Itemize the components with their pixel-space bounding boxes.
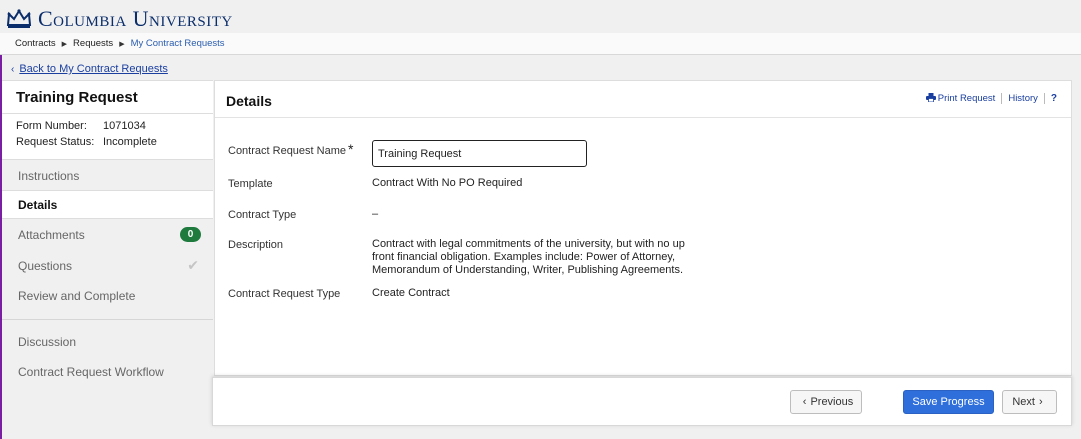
back-link[interactable]: ‹ Back to My Contract Requests: [11, 63, 168, 75]
panel-actions: Print Request History ?: [925, 93, 1057, 104]
sidebar-item-details[interactable]: Details: [2, 190, 213, 219]
breadcrumb-requests[interactable]: Requests: [73, 38, 113, 49]
contract-type-label: Contract Type: [228, 209, 297, 221]
breadcrumb-bar: Contracts ▶ Requests ▶ My Contract Reque…: [0, 33, 1081, 55]
panel-header: Details Print Request History ?: [215, 81, 1071, 118]
contract-request-name-label-text: Contract Request Name: [228, 145, 346, 157]
breadcrumb-my-contract-requests[interactable]: My Contract Requests: [131, 38, 225, 49]
previous-button-label: Previous: [810, 396, 854, 408]
sidebar-item-instructions[interactable]: Instructions: [2, 161, 213, 190]
crown-icon: [6, 9, 32, 28]
print-request-label: Print Request: [937, 93, 996, 104]
sidebar-item-label: Questions: [18, 258, 73, 273]
chevron-right-icon: ›: [1038, 396, 1043, 408]
chevron-left-icon: ‹: [802, 396, 807, 408]
required-asterisk-icon: *: [348, 141, 354, 157]
next-button[interactable]: Next ›: [1002, 390, 1057, 414]
template-label: Template: [228, 178, 273, 190]
checkmark-icon: ✔: [187, 257, 199, 273]
form-number-row: Form Number: 1071034: [16, 120, 146, 132]
history-link[interactable]: History: [1008, 93, 1038, 104]
breadcrumb-separator-icon: ▶: [61, 40, 68, 48]
form-number-label: Form Number:: [16, 120, 87, 132]
template-value: Contract With No PO Required: [372, 177, 523, 189]
previous-button[interactable]: ‹ Previous: [790, 390, 862, 414]
sidebar-item-questions[interactable]: Questions ✔: [2, 251, 213, 280]
back-link-label: Back to My Contract Requests: [19, 63, 168, 75]
sidebar-title-box: Training Request: [2, 80, 213, 114]
breadcrumb: Contracts ▶ Requests ▶ My Contract Reque…: [15, 38, 225, 49]
university-logo[interactable]: Columbia University: [6, 6, 233, 32]
help-icon[interactable]: ?: [1051, 93, 1057, 104]
sidebar-item-label: Review and Complete: [18, 288, 136, 303]
sidebar-item-attachments[interactable]: Attachments 0: [2, 220, 213, 249]
request-title: Training Request: [16, 89, 138, 106]
description-value: Contract with legal commitments of the u…: [372, 238, 685, 276]
request-meta: Form Number: 1071034 Request Status: Inc…: [2, 114, 213, 160]
request-status-value: Incomplete: [103, 136, 157, 148]
sidebar: Training Request Form Number: 1071034 Re…: [2, 80, 213, 439]
contract-request-name-input[interactable]: [372, 140, 587, 167]
action-separator: [1001, 93, 1003, 104]
request-status-label: Request Status:: [16, 136, 95, 148]
form-footer: ‹ Previous Save Progress Next ›: [212, 377, 1072, 426]
top-header: Columbia University: [0, 0, 1081, 33]
breadcrumb-contracts[interactable]: Contracts: [15, 38, 56, 49]
save-progress-button[interactable]: Save Progress: [903, 390, 994, 414]
request-status-row: Request Status: Incomplete: [16, 136, 157, 148]
sidebar-item-label: Attachments: [18, 227, 85, 242]
logo-text: Columbia University: [38, 6, 233, 31]
sidebar-item-label: Contract Request Workflow: [18, 364, 164, 379]
sidebar-divider: [2, 319, 213, 320]
sidebar-item-review-and-complete[interactable]: Review and Complete: [2, 281, 213, 310]
contract-request-type-label: Contract Request Type: [228, 288, 341, 300]
details-panel: Details Print Request History ? Contract…: [214, 80, 1072, 376]
action-separator: [1043, 93, 1045, 104]
printer-icon: [925, 93, 936, 102]
next-button-label: Next: [1012, 396, 1035, 408]
attachments-count-badge: 0: [180, 227, 201, 242]
sidebar-item-contract-request-workflow[interactable]: Contract Request Workflow: [2, 357, 213, 386]
sidebar-item-label: Instructions: [18, 168, 80, 183]
form-number-value: 1071034: [103, 120, 146, 132]
contract-request-name-label: Contract Request Name *: [228, 141, 353, 157]
contract-type-value: –: [372, 208, 379, 220]
sidebar-item-label: Discussion: [18, 334, 77, 349]
description-label: Description: [228, 239, 284, 251]
save-progress-button-label: Save Progress: [912, 396, 985, 408]
contract-request-type-value: Create Contract: [372, 287, 450, 299]
print-request-link[interactable]: Print Request: [925, 93, 996, 104]
sidebar-item-discussion[interactable]: Discussion: [2, 327, 213, 356]
sidebar-item-label: Details: [18, 197, 58, 212]
panel-title: Details: [226, 93, 272, 109]
chevron-left-icon: ‹: [11, 63, 15, 75]
breadcrumb-separator-icon: ▶: [119, 40, 125, 48]
